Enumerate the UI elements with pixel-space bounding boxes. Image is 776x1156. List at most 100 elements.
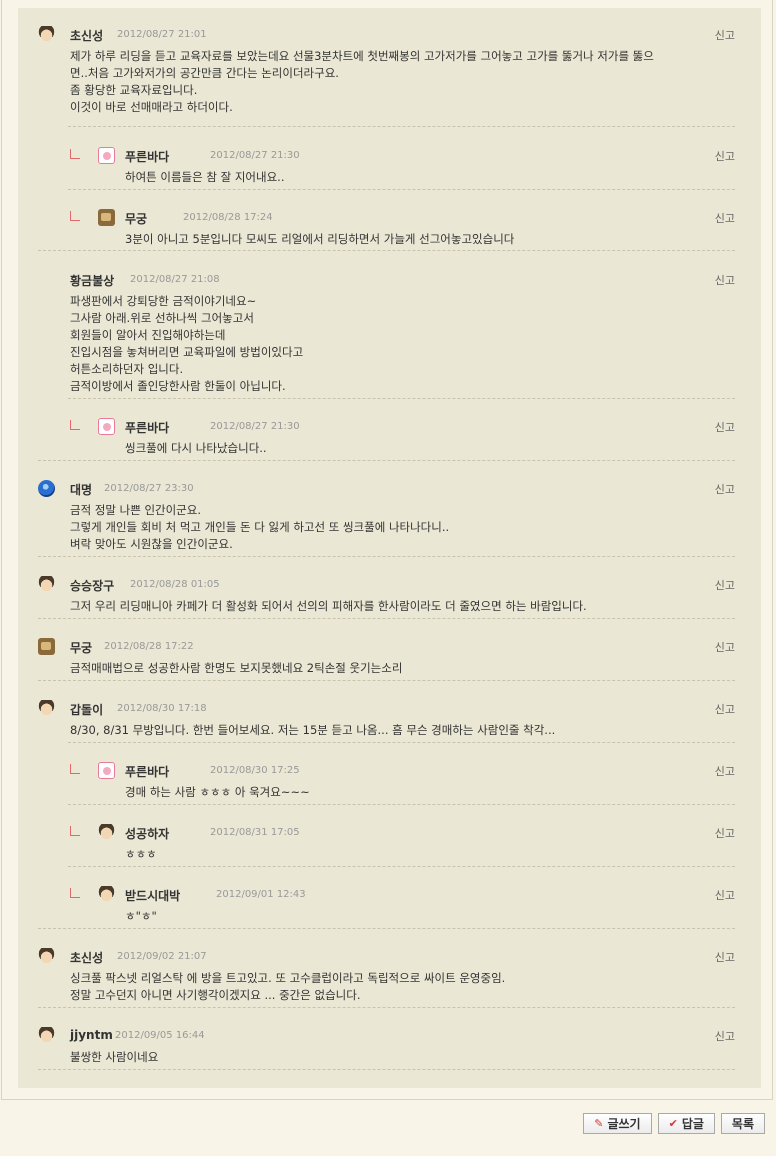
comment-body: 하여튼 이름들은 참 잘 지어내요.. bbox=[70, 169, 735, 186]
reply-comment: 푸른바다 2012/08/27 21:30 신고씽크풀에 다시 나타났습니다.. bbox=[70, 418, 735, 457]
comment-line: 좀 황당한 교육자료입니다. bbox=[70, 83, 198, 97]
comment-author[interactable]: 푸른바다 bbox=[125, 419, 169, 436]
avatar bbox=[38, 576, 55, 593]
comment-line: 하여튼 이름들은 참 잘 지어내요.. bbox=[125, 170, 285, 184]
comment-body: 그저 우리 리딩매니아 카페가 더 활성화 되어서 선의의 피해자를 한사람이라… bbox=[38, 598, 735, 615]
comment-author[interactable]: 푸른바다 bbox=[125, 148, 169, 165]
comment-line: 경매 하는 사람 ㅎㅎㅎ 아 욱겨요~~~ bbox=[125, 785, 310, 799]
comment: 초신성 2012/08/27 21:01 신고제가 하루 리딩을 듣고 교육자료를 … bbox=[38, 26, 735, 116]
comment-divider bbox=[38, 1069, 735, 1070]
comment-divider bbox=[38, 928, 735, 929]
comment-divider bbox=[38, 460, 735, 461]
comment-header: 푸른바다 2012/08/27 21:30 신고 bbox=[70, 418, 735, 436]
avatar bbox=[98, 762, 115, 779]
reply-comment: 푸른바다 2012/08/27 21:30 신고하여튼 이름들은 참 잘 지어내요.… bbox=[70, 147, 735, 186]
comment-divider bbox=[38, 1007, 735, 1008]
comment-date: 2012/08/30 17:18 bbox=[117, 703, 207, 714]
avatar bbox=[38, 638, 55, 655]
comment: jjyntm 2012/09/05 16:44 신고불쌍한 사람이네요 bbox=[38, 1027, 735, 1066]
reply-arrow-icon bbox=[70, 211, 80, 221]
reply-arrow-icon bbox=[70, 888, 80, 898]
comment-author[interactable]: 무궁 bbox=[70, 639, 92, 656]
comment-author[interactable]: 성공하자 bbox=[125, 825, 169, 842]
comment-body: 씽크풀에 다시 나타났습니다.. bbox=[70, 440, 735, 457]
comment-author[interactable]: 대명 bbox=[70, 481, 92, 498]
comment-line: 금적 정말 나쁜 인간이군요. bbox=[70, 503, 202, 517]
comment-body: 금적매매법으로 성공한사람 한명도 보지못했네요 2틱손절 웃기는소리 bbox=[38, 660, 735, 677]
report-link[interactable]: 신고 bbox=[715, 481, 735, 497]
avatar bbox=[98, 886, 115, 903]
comment-author[interactable]: 푸른바다 bbox=[125, 763, 169, 780]
list-button[interactable]: 목록 bbox=[720, 1113, 765, 1134]
comment-date: 2012/08/30 17:25 bbox=[210, 765, 300, 776]
comment-author[interactable]: 받드시대박 bbox=[125, 887, 180, 904]
reply-button[interactable]: ✔ 답글 bbox=[657, 1113, 715, 1134]
comment-line: 8/30, 8/31 무방입니다. 한번 들어보세요. 저는 15분 듣고 나옴… bbox=[70, 723, 556, 737]
comment-line: 정말 고수던지 아니면 사기행각이겠지요 ... 중간은 없습니다. bbox=[70, 988, 361, 1002]
check-icon: ✔ bbox=[668, 1117, 678, 1130]
comment-divider bbox=[68, 804, 735, 805]
comment: 무궁 2012/08/28 17:22 신고금적매매법으로 성공한사람 한명도 보지… bbox=[38, 638, 735, 677]
comment-body: 금적 정말 나쁜 인간이군요. 그렇게 개인들 회비 처 먹고 개인들 돈 다 잃… bbox=[38, 502, 735, 553]
comment: 황금불상 2012/08/27 21:08 신고 파생판에서 강퇴당한 금적이야기네요… bbox=[38, 271, 735, 395]
comment-divider bbox=[68, 126, 735, 127]
comment-date: 2012/08/28 17:24 bbox=[183, 212, 273, 223]
comment-header: 무궁 2012/08/28 17:22 신고 bbox=[38, 638, 735, 656]
comment-divider bbox=[38, 556, 735, 557]
comment-line: 벼락 맞아도 시원찮을 인간이군요. bbox=[70, 537, 233, 551]
report-link[interactable]: 신고 bbox=[715, 419, 735, 435]
comment-date: 2012/08/27 23:30 bbox=[104, 483, 194, 494]
comment-author[interactable]: 초신성 bbox=[70, 27, 103, 44]
comment-body: 싱크풀 팍스넷 리얼스탁 에 방을 트고있고. 또 고수클럽이라고 독립적으로 … bbox=[38, 970, 735, 1004]
comment-divider bbox=[38, 250, 735, 251]
comment-date: 2012/08/28 17:22 bbox=[104, 641, 194, 652]
report-link[interactable]: 신고 bbox=[715, 825, 735, 841]
comment-divider bbox=[68, 398, 735, 399]
report-link[interactable]: 신고 bbox=[715, 763, 735, 779]
comment-line: ㅎ"ㅎ" bbox=[125, 909, 157, 923]
comment-divider bbox=[68, 742, 735, 743]
report-link[interactable]: 신고 bbox=[715, 148, 735, 164]
report-link[interactable]: 신고 bbox=[715, 949, 735, 965]
reply-arrow-icon bbox=[70, 149, 80, 159]
avatar bbox=[98, 824, 115, 841]
comment-date: 2012/08/27 21:01 bbox=[117, 29, 207, 40]
comment-body: ㅎㅎㅎ bbox=[70, 846, 735, 863]
report-link[interactable]: 신고 bbox=[715, 27, 735, 43]
comment-author[interactable]: 초신성 bbox=[70, 949, 103, 966]
report-link[interactable]: 신고 bbox=[715, 1028, 735, 1044]
write-button[interactable]: ✎ 글쓰기 bbox=[583, 1113, 652, 1134]
comment-header: 초신성 2012/09/02 21:07 신고 bbox=[38, 948, 735, 966]
comment-line: 불쌍한 사람이네요 bbox=[70, 1050, 159, 1064]
comment-header: 푸른바다 2012/08/30 17:25 신고 bbox=[70, 762, 735, 780]
reply-comment: 푸른바다 2012/08/30 17:25 신고경매 하는 사람 ㅎㅎㅎ 아 욱겨요… bbox=[70, 762, 735, 801]
comment-header: 갑돌이 2012/08/30 17:18 신고 bbox=[38, 700, 735, 718]
comment-author[interactable]: 갑돌이 bbox=[70, 701, 103, 718]
comment-author[interactable]: 무궁 bbox=[125, 210, 147, 227]
comment-header: 승승장구 2012/08/28 01:05 신고 bbox=[38, 576, 735, 594]
reply-comment: 무궁 2012/08/28 17:24 신고 3분이 아니고 5분입니다 모씨도 리얼… bbox=[70, 209, 735, 248]
comment-author[interactable]: jjyntm bbox=[70, 1028, 113, 1042]
comment-header: 대명 2012/08/27 23:30 신고 bbox=[38, 480, 735, 498]
write-button-label: 글쓰기 bbox=[607, 1117, 641, 1131]
comment-line: ㅎㅎㅎ bbox=[125, 847, 157, 861]
avatar bbox=[98, 147, 115, 164]
report-link[interactable]: 신고 bbox=[715, 272, 735, 288]
report-link[interactable]: 신고 bbox=[715, 701, 735, 717]
report-link[interactable]: 신고 bbox=[715, 639, 735, 655]
comment-date: 2012/08/27 21:30 bbox=[210, 150, 300, 161]
comment-header: 무궁 2012/08/28 17:24 신고 bbox=[70, 209, 735, 227]
comment-line: 허튼소리하던자 입니다. bbox=[70, 362, 184, 376]
comment-author[interactable]: 황금불상 bbox=[70, 272, 114, 289]
report-link[interactable]: 신고 bbox=[715, 577, 735, 593]
comment-date: 2012/08/28 01:05 bbox=[130, 579, 220, 590]
comment-body: 제가 하루 리딩을 듣고 교육자료를 보았는데요 선물3분차트에 첫번째봉의 고… bbox=[38, 48, 735, 116]
report-link[interactable]: 신고 bbox=[715, 887, 735, 903]
comment-date: 2012/09/02 21:07 bbox=[117, 951, 207, 962]
reply-arrow-icon bbox=[70, 764, 80, 774]
report-link[interactable]: 신고 bbox=[715, 210, 735, 226]
comment-line: 면..처음 고가와저가의 공간만큼 간다는 논리이더라구요. bbox=[70, 66, 339, 80]
comment-body: 8/30, 8/31 무방입니다. 한번 들어보세요. 저는 15분 듣고 나옴… bbox=[38, 722, 735, 739]
comment-author[interactable]: 승승장구 bbox=[70, 577, 114, 594]
comment-date: 2012/09/05 16:44 bbox=[115, 1030, 205, 1041]
